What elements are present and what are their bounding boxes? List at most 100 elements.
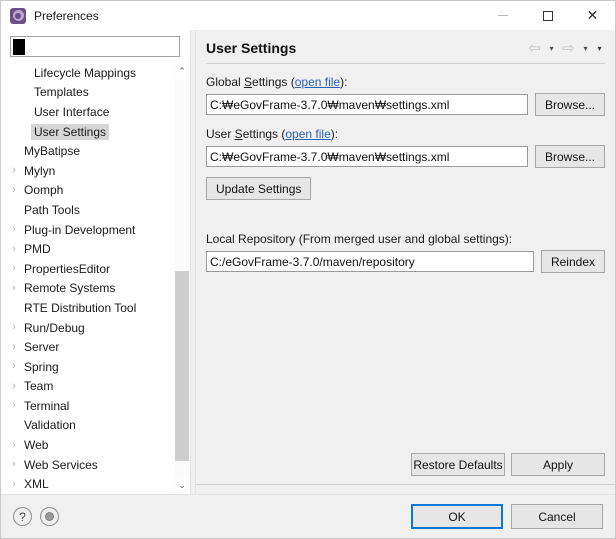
tree-item-path-tools[interactable]: ›Path Tools bbox=[1, 200, 173, 220]
expand-arrow-icon[interactable]: › bbox=[7, 283, 21, 294]
tree-item-user-settings[interactable]: ›User Settings bbox=[1, 122, 173, 142]
tree-item-mybatipse[interactable]: ›MyBatipse bbox=[1, 141, 173, 161]
tree-item-rte-distribution-tool[interactable]: ›RTE Distribution Tool bbox=[1, 298, 173, 318]
tree-item-remote-systems[interactable]: ›Remote Systems bbox=[1, 279, 173, 299]
tree-item-label: Run/Debug bbox=[21, 320, 88, 336]
cancel-button[interactable]: Cancel bbox=[511, 504, 603, 529]
apply-button[interactable]: Apply bbox=[511, 453, 605, 476]
expand-arrow-icon[interactable]: › bbox=[7, 459, 21, 470]
back-dropdown-icon[interactable]: ▾ bbox=[546, 41, 557, 55]
tree-item-label: Plug-in Development bbox=[21, 222, 138, 238]
tree-item-label: MyBatipse bbox=[21, 143, 83, 159]
title-bar: Preferences ✕ bbox=[1, 1, 615, 30]
global-settings-browse-button[interactable]: Browse... bbox=[535, 93, 605, 116]
expand-arrow-icon[interactable]: › bbox=[7, 440, 21, 451]
local-repository-input[interactable]: C:/eGovFrame-3.7.0/maven/repository bbox=[206, 251, 534, 272]
view-menu-icon[interactable]: ▾ bbox=[594, 41, 605, 55]
tree-item-label: Oomph bbox=[21, 182, 66, 198]
update-settings-row: Update Settings bbox=[206, 177, 605, 200]
update-settings-button[interactable]: Update Settings bbox=[206, 177, 311, 200]
tree-indent: › bbox=[7, 420, 21, 431]
tree-item-plug-in-development[interactable]: ›Plug-in Development bbox=[1, 220, 173, 240]
tree-item-mylyn[interactable]: ›Mylyn bbox=[1, 161, 173, 181]
preferences-tree-pane: ›Lifecycle Mappings›Templates›User Inter… bbox=[1, 30, 190, 494]
expand-arrow-icon[interactable]: › bbox=[7, 381, 21, 392]
global-settings-label-pre: Global bbox=[206, 75, 244, 89]
tree-item-label: PMD bbox=[21, 241, 54, 257]
scroll-up-icon[interactable]: ⌃ bbox=[174, 63, 190, 80]
user-settings-label: User Settings (open file): bbox=[206, 127, 605, 141]
tree-item-user-interface[interactable]: ›User Interface bbox=[1, 102, 173, 122]
help-icon[interactable]: ? bbox=[13, 507, 32, 526]
tree-item-templates[interactable]: ›Templates bbox=[1, 83, 173, 103]
global-settings-open-file-link[interactable]: open file bbox=[295, 75, 340, 89]
filter-input[interactable] bbox=[10, 36, 180, 57]
preferences-tree[interactable]: ›Lifecycle Mappings›Templates›User Inter… bbox=[1, 63, 173, 494]
tree-item-label: XML bbox=[21, 476, 52, 492]
tree-item-lifecycle-mappings[interactable]: ›Lifecycle Mappings bbox=[1, 63, 173, 83]
expand-arrow-icon[interactable]: › bbox=[7, 479, 21, 490]
scroll-down-icon[interactable]: ⌄ bbox=[174, 477, 190, 494]
expand-arrow-icon[interactable]: › bbox=[7, 244, 21, 255]
tree-item-label: Terminal bbox=[21, 398, 72, 414]
text-caret bbox=[13, 39, 25, 55]
restore-defaults-button[interactable]: Restore Defaults bbox=[411, 453, 505, 476]
page-action-area: Restore Defaults Apply bbox=[206, 453, 605, 494]
tree-item-web[interactable]: ›Web bbox=[1, 435, 173, 455]
global-settings-label-post: ettings ( bbox=[252, 75, 295, 89]
tree-item-terminal[interactable]: ›Terminal bbox=[1, 396, 173, 416]
user-settings-row: C:₩eGovFrame-3.7.0₩maven₩settings.xml Br… bbox=[206, 145, 605, 168]
reindex-button[interactable]: Reindex bbox=[541, 250, 605, 273]
expand-arrow-icon[interactable]: › bbox=[7, 361, 21, 372]
user-settings-page: User Settings ⇦ ▾ ⇨ ▾ ▾ Global Settings … bbox=[196, 30, 615, 494]
tree-item-oomph[interactable]: ›Oomph bbox=[1, 181, 173, 201]
tree-item-label: User Settings bbox=[31, 124, 109, 140]
tree-item-validation[interactable]: ›Validation bbox=[1, 416, 173, 436]
expand-arrow-icon[interactable]: › bbox=[7, 263, 21, 274]
tree-item-server[interactable]: ›Server bbox=[1, 337, 173, 357]
apply-all-icon[interactable] bbox=[40, 507, 59, 526]
tree-item-xml[interactable]: ›XML bbox=[1, 474, 173, 494]
page-buttons: Restore Defaults Apply bbox=[206, 453, 605, 484]
ok-button[interactable]: OK bbox=[411, 504, 503, 529]
tree-scroll-area: ›Lifecycle Mappings›Templates›User Inter… bbox=[1, 63, 190, 494]
window-controls: ✕ bbox=[480, 1, 615, 30]
local-repository-row: C:/eGovFrame-3.7.0/maven/repository Rein… bbox=[206, 250, 605, 273]
global-settings-row: C:₩eGovFrame-3.7.0₩maven₩settings.xml Br… bbox=[206, 93, 605, 116]
user-settings-mnemonic: S bbox=[235, 127, 243, 141]
tree-item-label: Web bbox=[21, 437, 51, 453]
forward-arrow-icon[interactable]: ⇨ bbox=[560, 41, 577, 56]
minimize-button[interactable] bbox=[480, 1, 525, 30]
tree-item-spring[interactable]: ›Spring bbox=[1, 357, 173, 377]
expand-arrow-icon[interactable]: › bbox=[7, 185, 21, 196]
dialog-footer: ? OK Cancel bbox=[1, 494, 615, 538]
expand-arrow-icon[interactable]: › bbox=[7, 322, 21, 333]
back-arrow-icon[interactable]: ⇦ bbox=[526, 41, 543, 56]
expand-arrow-icon[interactable]: › bbox=[7, 342, 21, 353]
expand-arrow-icon[interactable]: › bbox=[7, 165, 21, 176]
global-settings-mnemonic: S bbox=[244, 75, 252, 89]
close-icon[interactable]: ✕ bbox=[570, 1, 615, 30]
tree-item-label: Mylyn bbox=[21, 163, 58, 179]
tree-item-team[interactable]: ›Team bbox=[1, 377, 173, 397]
expand-arrow-icon[interactable]: › bbox=[7, 400, 21, 411]
global-settings-input[interactable]: C:₩eGovFrame-3.7.0₩maven₩settings.xml bbox=[206, 94, 528, 115]
tree-item-run-debug[interactable]: ›Run/Debug bbox=[1, 318, 173, 338]
user-settings-browse-button[interactable]: Browse... bbox=[535, 145, 605, 168]
preferences-dialog: Preferences ✕ ›Lifecycle Mappings›Templa… bbox=[0, 0, 616, 539]
tree-item-pmd[interactable]: ›PMD bbox=[1, 239, 173, 259]
page-nav-icons: ⇦ ▾ ⇨ ▾ ▾ bbox=[526, 41, 605, 56]
user-settings-label-end: ): bbox=[331, 127, 338, 141]
maximize-button[interactable] bbox=[525, 1, 570, 30]
tree-item-label: Web Services bbox=[21, 457, 101, 473]
tree-scrollbar[interactable]: ⌃ ⌄ bbox=[173, 63, 190, 494]
tree-indent: › bbox=[7, 302, 21, 313]
scrollbar-track[interactable] bbox=[174, 80, 190, 477]
scrollbar-thumb[interactable] bbox=[175, 271, 189, 462]
expand-arrow-icon[interactable]: › bbox=[7, 224, 21, 235]
user-settings-open-file-link[interactable]: open file bbox=[285, 127, 330, 141]
user-settings-input[interactable]: C:₩eGovFrame-3.7.0₩maven₩settings.xml bbox=[206, 146, 528, 167]
forward-dropdown-icon[interactable]: ▾ bbox=[580, 41, 591, 55]
tree-item-web-services[interactable]: ›Web Services bbox=[1, 455, 173, 475]
tree-item-propertieseditor[interactable]: ›PropertiesEditor bbox=[1, 259, 173, 279]
